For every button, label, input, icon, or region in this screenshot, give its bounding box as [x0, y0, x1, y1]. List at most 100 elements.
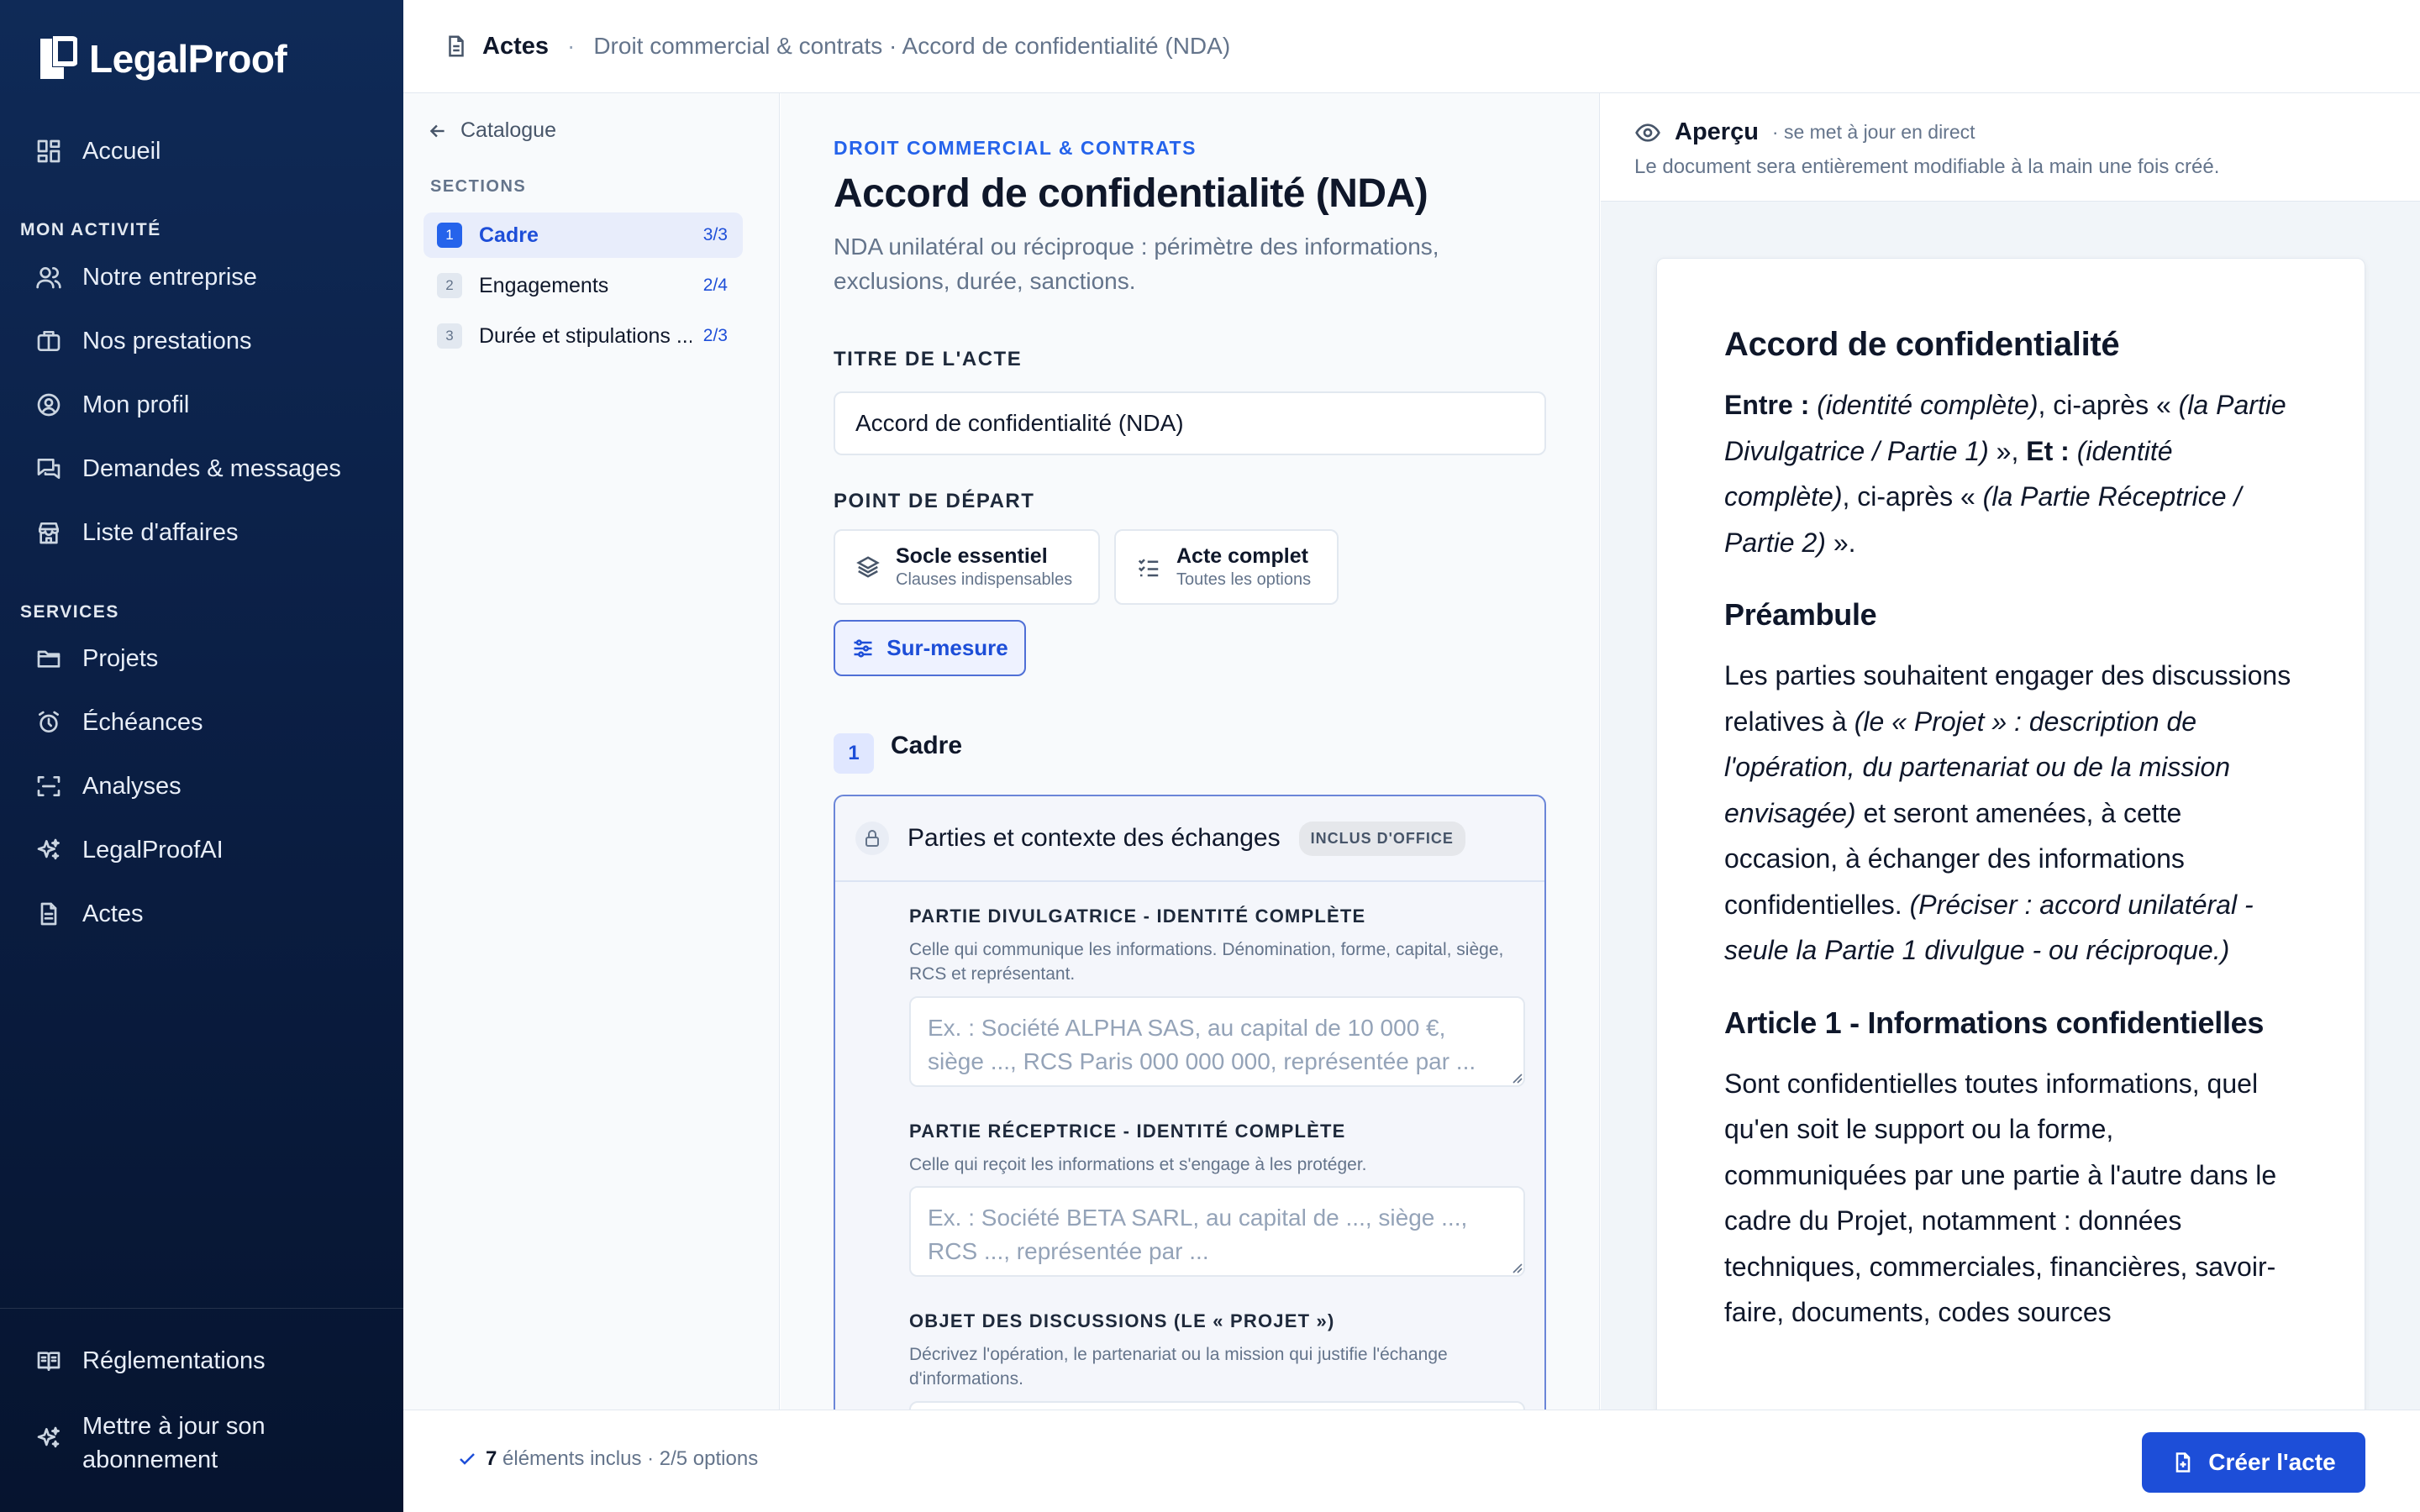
nav-regulations[interactable]: Réglementations: [35, 1341, 266, 1381]
doc-preamble: Les parties souhaitent engager des discu…: [1724, 653, 2299, 974]
nav-upgrade[interactable]: Mettre à jour son abonnement: [35, 1410, 266, 1473]
page-subtitle: NDA unilatéral ou réciproque : périmètre…: [834, 234, 1439, 294]
preview-panel: Aperçu · se met à jour en direct Le docu…: [1601, 93, 2420, 1410]
preview-title: Aperçu: [1675, 118, 1759, 145]
book-icon: [37, 1352, 60, 1371]
legalproof-logo-icon: [40, 36, 77, 79]
nav-company[interactable]: Notre entreprise: [35, 257, 257, 297]
start-option-text: Acte complet Toutes les options: [1176, 544, 1311, 590]
start-option-title: Acte complet: [1176, 544, 1308, 568]
doc-text: , ci-après «: [2038, 390, 2171, 420]
nav-home[interactable]: Accueil: [35, 131, 161, 171]
lock-badge: [855, 822, 889, 855]
preview-title-row: Aperçu · se met à jour en direct: [1634, 118, 1975, 146]
back-to-catalogue[interactable]: Catalogue: [427, 118, 556, 143]
step-title: Cadre: [891, 732, 963, 759]
included-badge: INCLUS D'OFFICE: [1298, 821, 1465, 856]
disclosing-party-input[interactable]: [909, 996, 1525, 1087]
nav-analyses[interactable]: Analyses: [35, 766, 182, 806]
start-option-sub: Clauses indispensables: [896, 570, 1073, 589]
nav-label: Mon profil: [82, 391, 190, 418]
users-icon: [36, 267, 61, 289]
custom-option-button[interactable]: Sur-mesure: [834, 620, 1026, 676]
section-label: Cadre: [479, 223, 539, 247]
nav-deadlines[interactable]: Échéances: [35, 702, 203, 743]
disclosing-party-label: PARTIE DIVULGATRICE - IDENTITÉ COMPLÈTE: [909, 906, 1366, 927]
project-input[interactable]: [909, 1401, 1525, 1410]
user-circle-icon: [37, 393, 60, 417]
section-number: 2: [437, 273, 462, 298]
resize-handle-icon[interactable]: [1511, 1072, 1523, 1084]
footer-status-text: 7 éléments inclus · 2/5 options: [486, 1447, 758, 1471]
nav-profile[interactable]: Mon profil: [35, 385, 189, 425]
nav-label: Échéances: [82, 708, 203, 736]
upgrade-line2: abonnement: [82, 1446, 218, 1473]
nav-section-services: SERVICES: [20, 602, 119, 622]
doc-parties: Entre : (identité complète), ci-après « …: [1724, 382, 2299, 565]
section-item-cadre[interactable]: 1 Cadre 3/3: [424, 213, 743, 258]
nav-deals[interactable]: Liste d'affaires: [35, 512, 239, 553]
doc-title: Accord de confidentialité: [1724, 326, 2120, 363]
clause-header[interactable]: Parties et contexte des échanges INCLUS …: [835, 796, 1544, 882]
project-label: OBJET DES DISCUSSIONS (LE « PROJET »): [909, 1310, 1335, 1331]
sparkles-icon: [37, 1426, 60, 1448]
breadcrumb-separator: ·: [567, 33, 576, 59]
logo[interactable]: LegalProof: [35, 35, 287, 82]
title-input[interactable]: [834, 391, 1546, 455]
nav-label: Analyses: [82, 772, 182, 800]
section-number: 1: [437, 223, 462, 248]
layers-icon: [856, 556, 880, 578]
sidebar-divider: [0, 1308, 403, 1309]
disclosing-party-help: Celle qui communique les informations. D…: [909, 940, 1504, 984]
nav-label: Accueil: [82, 137, 161, 165]
section-count: 3/3: [702, 225, 728, 244]
preview-note: Le document sera entièrement modifiable …: [1634, 155, 2220, 178]
sidebar: LegalProof Accueil MON ACTIVITÉ Notre en…: [0, 0, 403, 1512]
clause-title: Parties et contexte des échanges: [908, 824, 1281, 852]
step-number: 1: [834, 733, 874, 774]
section-number: 3: [437, 323, 462, 349]
form-panel: DROIT COMMERCIAL & CONTRATS Accord de co…: [781, 93, 1600, 1410]
nav-services[interactable]: Nos prestations: [35, 321, 252, 361]
section-item-duree[interactable]: 3 Durée et stipulations ... 2/3: [424, 313, 743, 359]
custom-option-label: Sur-mesure: [886, 635, 1008, 660]
breadcrumb-acts[interactable]: Actes: [482, 33, 549, 60]
section-item-engagements[interactable]: 2 Engagements 2/4: [424, 263, 743, 308]
nav-projects[interactable]: Projets: [35, 638, 158, 679]
nav-section-activity: MON ACTIVITÉ: [20, 220, 161, 239]
nav-ai[interactable]: LegalProofAI: [35, 830, 224, 870]
start-point-label: POINT DE DÉPART: [834, 490, 1035, 512]
footer-status-rest: éléments inclus · 2/5 options: [502, 1447, 759, 1470]
create-act-button[interactable]: Créer l'acte: [2142, 1432, 2365, 1493]
page-title: Accord de confidentialité (NDA): [834, 171, 1428, 216]
nav-label: Nos prestations: [82, 327, 252, 354]
footer-bar: 7 éléments inclus · 2/5 options Créer l'…: [403, 1410, 2420, 1512]
nav-messages[interactable]: Demandes & messages: [35, 449, 341, 489]
footer-status: 7 éléments inclus · 2/5 options: [457, 1447, 758, 1471]
doc-text: , ci-après «: [1842, 481, 1975, 512]
receiving-party-label: PARTIE RÉCEPTRICE - IDENTITÉ COMPLÈTE: [909, 1121, 1346, 1142]
doc-article1: Sont confidentielles toutes informations…: [1724, 1068, 2277, 1328]
checklist-icon: [1138, 559, 1159, 577]
nav-label: Liste d'affaires: [82, 518, 239, 546]
nav-acts[interactable]: Actes: [35, 894, 144, 934]
project-help: Décrivez l'opération, le partenariat ou …: [909, 1345, 1448, 1389]
breadcrumb-current: Droit commercial & contrats · Accord de …: [593, 33, 1231, 59]
sections-title: SECTIONS: [430, 177, 527, 196]
start-option-essential[interactable]: Socle essentiel Clauses indispensables: [834, 529, 1100, 605]
receiving-party-input[interactable]: [909, 1186, 1525, 1277]
file-plus-icon: [2175, 1452, 2191, 1473]
doc-between: Entre :: [1724, 390, 1810, 420]
resize-handle-icon[interactable]: [1511, 1262, 1523, 1273]
nav-label: Projets: [82, 644, 159, 672]
category-label: DROIT COMMERCIAL & CONTRATS: [834, 137, 1197, 159]
sliders-icon: [854, 638, 872, 658]
app-name: LegalProof: [89, 37, 287, 81]
store-icon: [39, 522, 59, 544]
nav-label: LegalProofAI: [82, 836, 224, 864]
briefcase-icon: [37, 331, 60, 351]
preview-live-note: · se met à jour en direct: [1771, 121, 1975, 143]
start-option-complete[interactable]: Acte complet Toutes les options: [1114, 529, 1339, 605]
sparkles-icon: [37, 838, 60, 860]
eye-icon: [1635, 123, 1660, 142]
